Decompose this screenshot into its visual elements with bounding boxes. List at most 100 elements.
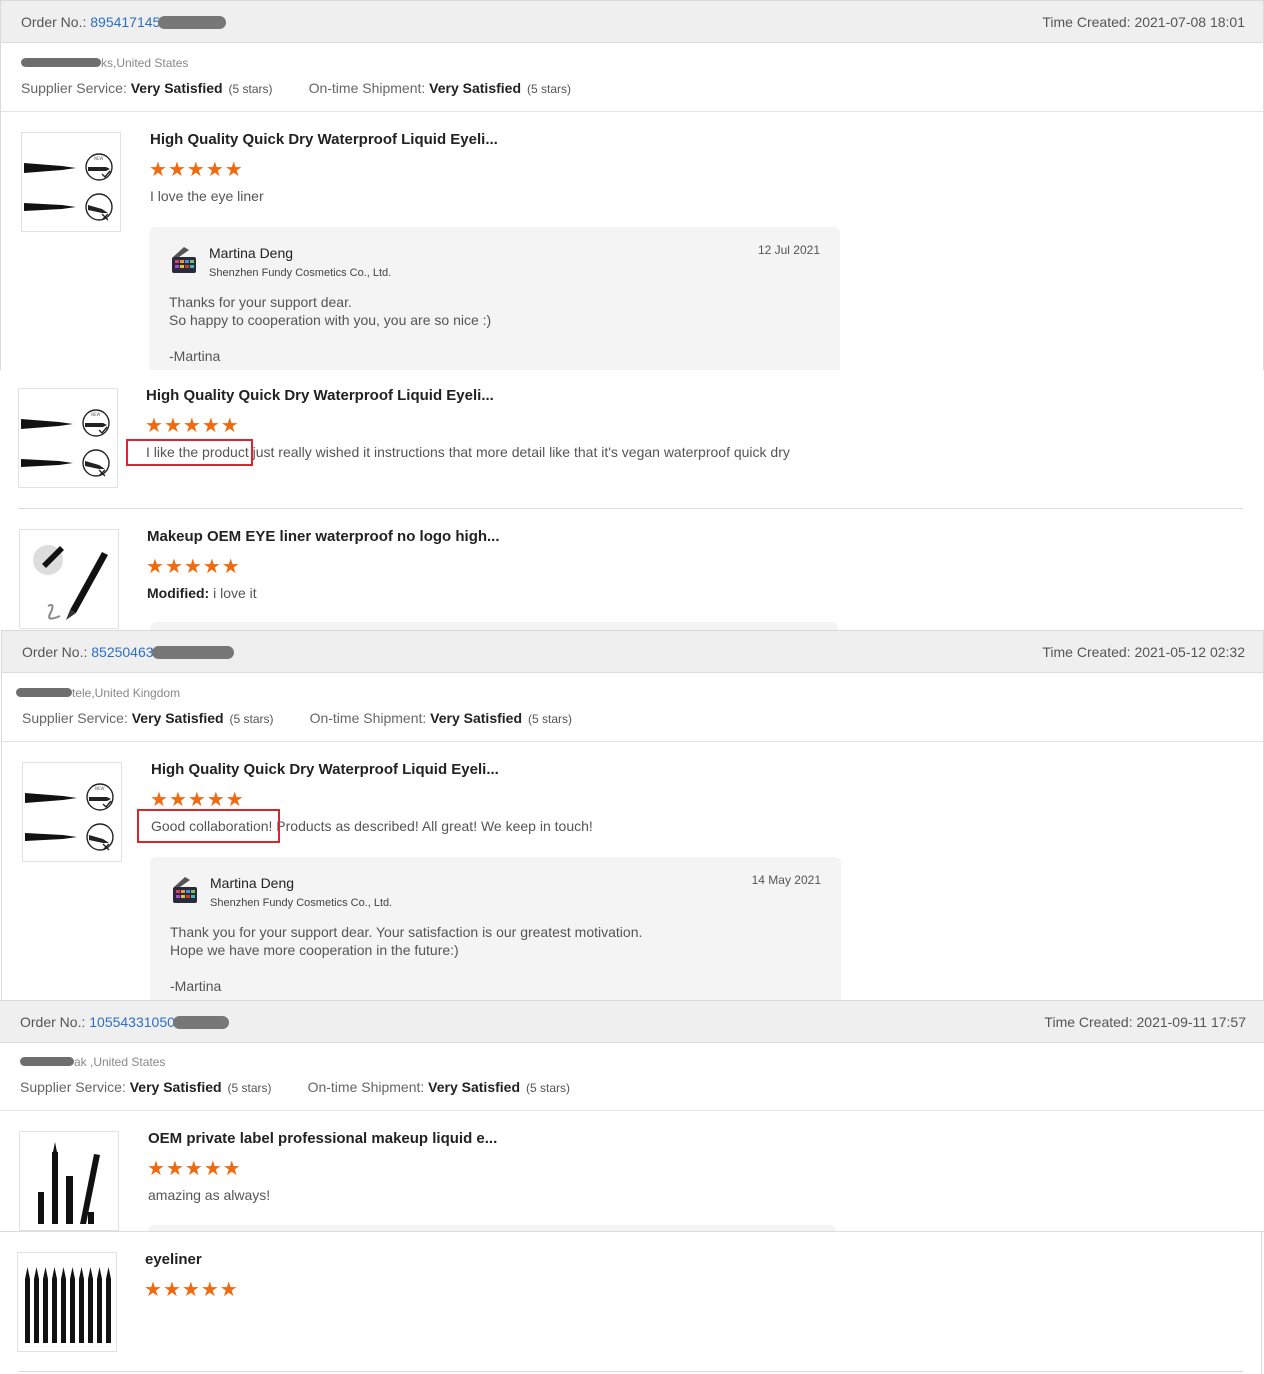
product-thumbnail[interactable] (22, 762, 122, 862)
redacted-mark (151, 646, 234, 659)
product-thumbnail[interactable] (19, 1131, 119, 1231)
star-icon: ★ (163, 415, 183, 437)
rating-stars: ★★★★★ (144, 1280, 239, 1300)
buyer-location: ak ,United States (20, 1055, 165, 1069)
star-icon: ★ (182, 415, 202, 437)
product-title-link[interactable]: eyeliner (145, 1251, 202, 1268)
highlight-annotation (126, 439, 253, 466)
time-created-label: Time Created: (1042, 14, 1135, 30)
time-created-value: 2021-09-11 17:57 (1136, 1014, 1247, 1030)
star-icon: ★ (205, 159, 225, 181)
product-thumbnail[interactable] (19, 529, 119, 629)
review-comment: Modified: i love it (147, 585, 257, 601)
order-header: Order No.: 85250463 Time Created: 2021-0… (2, 631, 1263, 673)
star-icon: ★ (146, 556, 165, 578)
star-icon: ★ (168, 789, 188, 811)
star-icon: ★ (145, 415, 164, 437)
review-comment: amazing as always! (148, 1187, 271, 1203)
product-title-link[interactable]: High Quality Quick Dry Waterproof Liquid… (146, 387, 494, 404)
order-no-label: Order No.: (22, 644, 92, 660)
reply-message-line: Thanks for your support dear. (169, 294, 352, 310)
star-icon: ★ (184, 1158, 204, 1180)
star-icon: ★ (187, 789, 207, 811)
divider (0, 1110, 1264, 1111)
product-thumbnail[interactable] (17, 1252, 117, 1352)
order-header: Order No.: 895417145 Time Created: 2021-… (1, 1, 1263, 43)
reply-date: 14 May 2021 (751, 873, 821, 887)
reply-message-line: So happy to cooperation with you, you ar… (169, 312, 492, 328)
order-number-link[interactable]: 10554331050 (89, 1014, 175, 1030)
supplier-service-value: Very Satisfied (129, 1079, 222, 1095)
order-header: Order No.: 10554331050 Time Created: 202… (0, 1001, 1264, 1043)
service-ratings: Supplier Service: Very Satisfied (5 stars… (20, 1079, 571, 1095)
star-icon: ★ (224, 159, 244, 181)
star-icon: ★ (220, 415, 240, 437)
supplier-avatar (172, 247, 196, 273)
rating-stars: ★★★★★ (145, 416, 240, 436)
star-icon: ★ (203, 1158, 223, 1180)
supplier-reply: Martina Deng Shenzhen Fundy Cosmetics Co… (150, 857, 841, 1001)
star-icon: ★ (183, 556, 203, 578)
rating-stars: ★★★★★ (150, 790, 245, 810)
product-thumbnail[interactable] (18, 388, 118, 488)
product-title-link[interactable]: High Quality Quick Dry Waterproof Liquid… (150, 131, 498, 148)
reply-author: Martina Deng (209, 245, 294, 261)
order-panel: Order No.: 85250463 Time Created: 2021-0… (1, 630, 1264, 1002)
divider (18, 1231, 1243, 1232)
rating-stars: ★★★★★ (149, 160, 244, 180)
star-icon: ★ (219, 1279, 239, 1301)
reply-company: Shenzhen Fundy Cosmetics Co., Ltd. (210, 897, 393, 909)
star-icon: ★ (201, 415, 221, 437)
product-title-link[interactable]: OEM private label professional makeup li… (148, 1130, 497, 1147)
rating-stars: ★★★★★ (146, 557, 241, 577)
redacted-mark (20, 1057, 74, 1066)
product-thumbnail[interactable] (21, 132, 121, 232)
reply-signature: -Martina (169, 348, 221, 364)
redacted-mark (158, 16, 227, 29)
star-icon: ★ (162, 1279, 182, 1301)
supplier-service-value: Very Satisfied (130, 80, 223, 96)
order-number-link[interactable]: 895417145 (90, 14, 160, 30)
time-created-value: 2021-07-08 18:01 (1134, 14, 1245, 30)
star-icon: ★ (186, 159, 206, 181)
star-icon: ★ (222, 1158, 242, 1180)
buyer-location: ks,United States (21, 56, 188, 70)
divider (18, 1371, 1243, 1372)
time-created-label: Time Created: (1044, 1014, 1137, 1030)
star-icon: ★ (149, 159, 168, 181)
service-ratings: Supplier Service: Very Satisfied (5 stars… (22, 710, 573, 726)
divider (2, 741, 1263, 742)
ontime-shipment-value: Very Satisfied (428, 1079, 520, 1095)
star-icon: ★ (147, 1158, 166, 1180)
redacted-mark (21, 58, 101, 67)
divider (18, 508, 1243, 509)
time-created-label: Time Created: (1042, 644, 1135, 660)
star-icon: ★ (144, 1279, 163, 1301)
order-number-link[interactable]: 85250463 (91, 644, 153, 660)
review-comment: I love the eye liner (150, 188, 264, 204)
panel-edge (1261, 1232, 1262, 1374)
order-panel: Order No.: 10554331050 Time Created: 202… (0, 1000, 1264, 1232)
rating-stars: ★★★★★ (147, 1159, 242, 1179)
service-ratings: Supplier Service: Very Satisfied (5 stars… (21, 80, 572, 96)
star-icon: ★ (200, 1279, 220, 1301)
star-icon: ★ (150, 789, 169, 811)
buyer-location: tele,United Kingdom (16, 686, 180, 700)
star-icon: ★ (181, 1279, 201, 1301)
reply-box-edge (150, 622, 838, 630)
product-title-link[interactable]: High Quality Quick Dry Waterproof Liquid… (151, 761, 499, 778)
order-panel: Order No.: 895417145 Time Created: 2021-… (0, 0, 1264, 370)
star-icon: ★ (221, 556, 241, 578)
star-icon: ★ (165, 1158, 185, 1180)
order-no-label: Order No.: (20, 1014, 90, 1030)
time-created-value: 2021-05-12 02:32 (1134, 644, 1245, 660)
star-icon: ★ (225, 789, 245, 811)
highlight-annotation (137, 809, 280, 843)
product-title-link[interactable]: Makeup OEM EYE liner waterproof no logo … (147, 528, 500, 545)
star-icon: ★ (164, 556, 184, 578)
reply-message-line: Thank you for your support dear. Your sa… (170, 924, 643, 940)
reply-date: 12 Jul 2021 (757, 243, 820, 257)
ontime-shipment-value: Very Satisfied (430, 710, 522, 726)
supplier-service-value: Very Satisfied (131, 710, 224, 726)
reply-company: Shenzhen Fundy Cosmetics Co., Ltd. (209, 267, 392, 279)
